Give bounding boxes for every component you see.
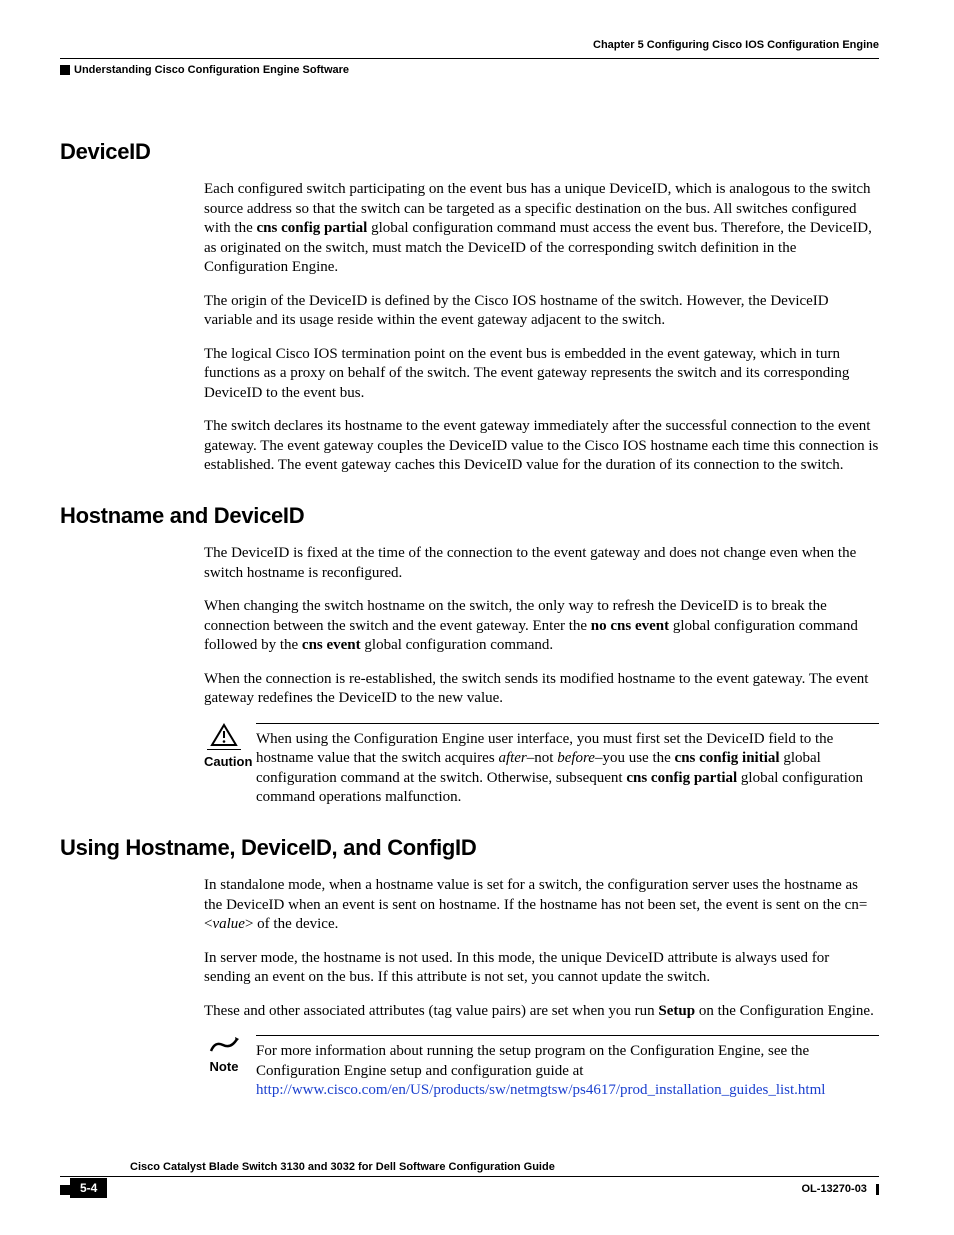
- caution-text: When using the Configuration Engine user…: [256, 723, 879, 808]
- note-link[interactable]: http://www.cisco.com/en/US/products/sw/n…: [256, 1082, 825, 1098]
- footer-book-title: Cisco Catalyst Blade Switch 3130 and 303…: [60, 1160, 879, 1177]
- doc-number: OL-13270-03: [802, 1183, 867, 1195]
- section-body: In standalone mode, when a hostname valu…: [204, 876, 879, 1021]
- heading-hostname-deviceid: Hostname and DeviceID: [60, 502, 879, 531]
- running-header: Chapter 5 Configuring Cisco IOS Configur…: [60, 38, 879, 52]
- paragraph: In standalone mode, when a hostname valu…: [204, 876, 879, 935]
- paragraph: The switch declares its hostname to the …: [204, 417, 879, 476]
- header-rule: [60, 58, 879, 59]
- paragraph: For more information about running the s…: [256, 1042, 879, 1101]
- footer-left: 5-4: [60, 1181, 107, 1197]
- content: DeviceID Each configured switch particip…: [60, 78, 879, 1101]
- caution-triangle-icon: [204, 723, 244, 747]
- footer-marker-icon: [60, 1185, 70, 1195]
- note-label: Note: [204, 1059, 244, 1076]
- note-pencil-icon: [204, 1035, 244, 1055]
- note-icon-col: Note: [204, 1035, 244, 1076]
- paragraph: When using the Configuration Engine user…: [256, 730, 879, 808]
- page: Chapter 5 Configuring Cisco IOS Configur…: [0, 0, 954, 1101]
- section-header-row: Understanding Cisco Configuration Engine…: [60, 63, 879, 77]
- section-body: The DeviceID is fixed at the time of the…: [204, 544, 879, 709]
- note-text: For more information about running the s…: [256, 1035, 879, 1101]
- right-marker-icon: [876, 1184, 879, 1195]
- heading-using-hostname: Using Hostname, DeviceID, and ConfigID: [60, 834, 879, 863]
- page-number-badge: 5-4: [70, 1178, 107, 1198]
- caution-callout: Caution When using the Configuration Eng…: [204, 723, 879, 808]
- caution-icon-col: Caution: [204, 723, 244, 771]
- paragraph: The origin of the DeviceID is defined by…: [204, 292, 879, 331]
- paragraph: The logical Cisco IOS termination point …: [204, 345, 879, 404]
- paragraph: When changing the switch hostname on the…: [204, 597, 879, 656]
- paragraph: When the connection is re-established, t…: [204, 670, 879, 709]
- paragraph: The DeviceID is fixed at the time of the…: [204, 544, 879, 583]
- heading-deviceid: DeviceID: [60, 138, 879, 167]
- paragraph: Each configured switch participating on …: [204, 180, 879, 278]
- section-body: Each configured switch participating on …: [204, 180, 879, 476]
- footer-right: OL-13270-03: [802, 1182, 880, 1196]
- chapter-label: Chapter 5 Configuring Cisco IOS Configur…: [593, 38, 879, 52]
- note-callout: Note For more information about running …: [204, 1035, 879, 1101]
- paragraph: These and other associated attributes (t…: [204, 1002, 879, 1022]
- footer-bottom-row: 5-4 OL-13270-03: [60, 1181, 879, 1197]
- caution-label: Caution: [204, 754, 244, 771]
- footer: Cisco Catalyst Blade Switch 3130 and 303…: [60, 1160, 879, 1197]
- paragraph: In server mode, the hostname is not used…: [204, 949, 879, 988]
- section-label: Understanding Cisco Configuration Engine…: [74, 63, 349, 77]
- left-marker-icon: [60, 65, 70, 75]
